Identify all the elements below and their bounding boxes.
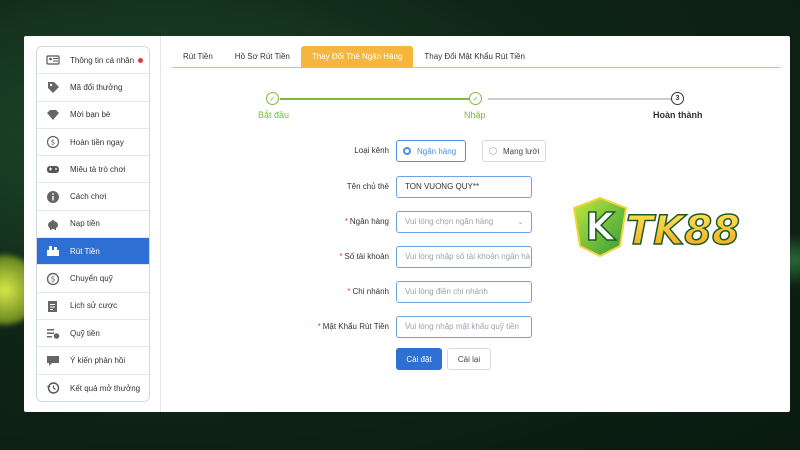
account-label: * Số tài khoản bbox=[339, 252, 389, 261]
sidebar-item-bet-history[interactable]: Lịch sử cược bbox=[37, 293, 149, 320]
step-check-icon: ✓ bbox=[469, 92, 482, 105]
channel-label: Loại kênh bbox=[354, 146, 389, 155]
sidebar-item-label: Thông tin cá nhân bbox=[70, 55, 135, 65]
withdraw-icon bbox=[45, 244, 61, 258]
radio-network[interactable]: Mạng lưới bbox=[482, 140, 546, 162]
sidebar-item-fund[interactable]: Quỹ tiền bbox=[37, 320, 149, 348]
sidebar-item-profile[interactable]: Thông tin cá nhân bbox=[37, 47, 149, 75]
sidebar-item-feedback[interactable]: Ý kiến phản hồi bbox=[37, 347, 149, 375]
password-label: * Mật Khẩu Rút Tiền bbox=[317, 322, 389, 331]
sidebar-item-label: Miêu tả trò chơi bbox=[70, 164, 126, 174]
sidebar-item-label: Lịch sử cược bbox=[70, 301, 118, 311]
sidebar-item-label: Nạp tiền bbox=[70, 219, 100, 229]
notification-dot bbox=[138, 57, 144, 63]
sidebar-item-refund[interactable]: $ Hoàn tiền ngay bbox=[37, 129, 149, 157]
gamepad-icon bbox=[45, 162, 61, 176]
radio-network-label: Mạng lưới bbox=[503, 146, 540, 156]
progress-steps: ✓ ✓ 3 Bắt đầu Nhập Hoàn thành bbox=[172, 92, 780, 126]
diamond-icon bbox=[45, 108, 61, 122]
id-card-icon bbox=[45, 53, 61, 67]
history-icon bbox=[45, 381, 61, 395]
sidebar-item-label: Mời bạn bè bbox=[70, 110, 111, 120]
chat-icon bbox=[45, 353, 61, 367]
account-panel: Thông tin cá nhân Mã đổi thưởng Mời bạn … bbox=[24, 36, 790, 412]
sidebar-item-transfer[interactable]: $ Chuyển quỹ bbox=[37, 265, 149, 293]
sidebar-item-how-to-play[interactable]: Cách chơi bbox=[37, 183, 149, 211]
sidebar-item-label: Rút Tiền bbox=[70, 246, 100, 256]
tab-change-bank-card[interactable]: Thay Đổi Thẻ Ngân Hàng bbox=[300, 46, 414, 67]
sidebar-item-withdraw[interactable]: Rút Tiền bbox=[37, 238, 149, 266]
tab-change-withdraw-password[interactable]: Thay Đổi Mật Khẩu Rút Tiền bbox=[413, 46, 536, 67]
bank-select[interactable]: Vui lòng chọn ngân hàng ⌄ bbox=[396, 211, 532, 233]
sidebar-item-deposit[interactable]: Nạp tiền bbox=[37, 211, 149, 239]
sidebar-item-game-desc[interactable]: Miêu tả trò chơi bbox=[37, 156, 149, 184]
step-line-done bbox=[280, 98, 476, 100]
tab-bar: Rút Tiền Hồ Sơ Rút Tiền Thay Đổi Thẻ Ngâ… bbox=[172, 46, 780, 68]
piggy-bank-icon bbox=[45, 217, 61, 231]
info-icon bbox=[45, 190, 61, 204]
sidebar-item-promo-code[interactable]: Mã đổi thưởng bbox=[37, 74, 149, 102]
radio-bank[interactable]: Ngân hàng bbox=[396, 140, 466, 162]
svg-text:$: $ bbox=[51, 274, 56, 283]
ktk88-logo: K TK88 bbox=[572, 196, 741, 258]
tab-withdraw[interactable]: Rút Tiền bbox=[172, 46, 224, 67]
step-label-start: Bắt đầu bbox=[258, 110, 290, 120]
radio-selected-icon bbox=[403, 147, 411, 155]
content-divider bbox=[160, 36, 161, 412]
clipboard-icon bbox=[45, 299, 61, 313]
reset-button[interactable]: Cài lại bbox=[447, 348, 491, 370]
bank-label: * Ngân hàng bbox=[344, 217, 389, 226]
sidebar-item-label: Kết quả mở thưởng bbox=[70, 383, 141, 393]
chevron-down-icon: ⌄ bbox=[517, 217, 524, 226]
sidebar-item-label: Chuyển quỹ bbox=[70, 274, 113, 284]
sidebar-item-results[interactable]: Kết quả mở thưởng bbox=[37, 375, 149, 401]
holder-name-field[interactable]: TON VUONG QUY** bbox=[396, 176, 532, 198]
sidebar: Thông tin cá nhân Mã đổi thưởng Mời bạn … bbox=[36, 46, 150, 402]
sidebar-item-label: Ý kiến phản hồi bbox=[70, 355, 126, 365]
radio-unselected-icon bbox=[489, 147, 497, 155]
sidebar-item-label: Hoàn tiền ngay bbox=[70, 137, 124, 147]
dollar-coin-icon: $ bbox=[45, 272, 61, 286]
svg-text:K: K bbox=[585, 205, 616, 249]
sidebar-item-label: Quỹ tiền bbox=[70, 328, 100, 338]
step-label-input: Nhập bbox=[464, 110, 486, 120]
withdraw-password-field[interactable]: Vui lòng nhập mật khẩu quỹ tiền bbox=[396, 316, 532, 338]
step-number: 3 bbox=[671, 92, 684, 105]
submit-button[interactable]: Cài đặt bbox=[396, 348, 442, 370]
fund-list-icon bbox=[45, 326, 61, 340]
tag-icon bbox=[45, 80, 61, 94]
step-check-icon: ✓ bbox=[266, 92, 279, 105]
tab-withdraw-records[interactable]: Hồ Sơ Rút Tiền bbox=[224, 46, 301, 67]
sidebar-item-invite[interactable]: Mời bạn bè bbox=[37, 102, 149, 129]
sidebar-item-label: Cách chơi bbox=[70, 192, 107, 202]
radio-bank-label: Ngân hàng bbox=[417, 146, 457, 156]
svg-text:TK88: TK88 bbox=[626, 208, 740, 254]
refund-icon: $ bbox=[45, 135, 61, 149]
sidebar-item-label: Mã đổi thưởng bbox=[70, 82, 123, 92]
step-line-pending bbox=[488, 98, 680, 100]
account-number-field[interactable]: Vui lòng nhập số tài khoản ngân hà bbox=[396, 246, 532, 268]
step-label-complete: Hoàn thành bbox=[653, 110, 703, 120]
svg-text:$: $ bbox=[51, 139, 55, 147]
branch-field[interactable]: Vui lòng điền chi nhánh bbox=[396, 281, 532, 303]
holder-label: Tên chủ thẻ bbox=[346, 182, 389, 191]
branch-label: * Chi nhánh bbox=[347, 287, 389, 296]
